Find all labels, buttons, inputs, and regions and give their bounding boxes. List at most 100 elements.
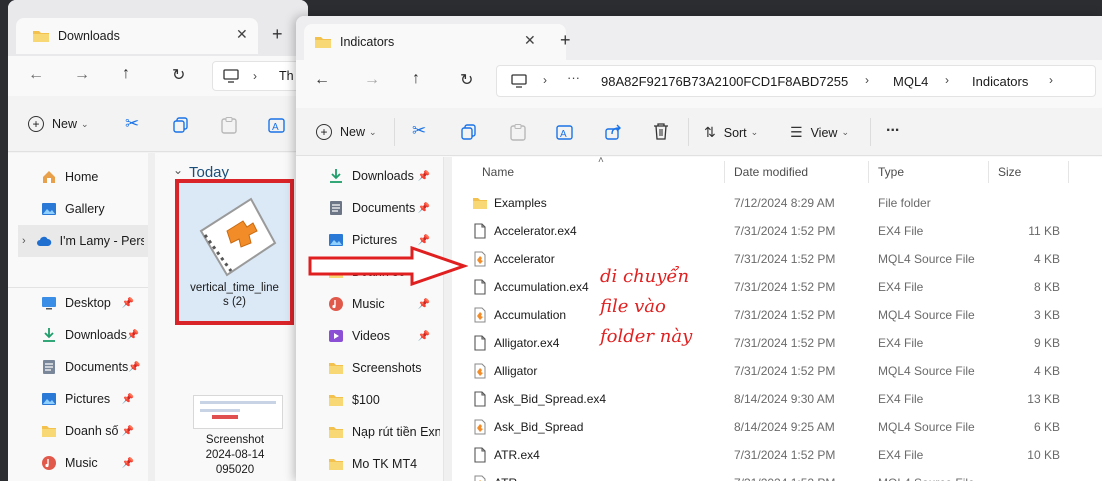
pin-icon: 📌: [417, 202, 430, 214]
cell-date: 7/31/2024 1:52 PM: [734, 224, 836, 238]
breadcrumb-segment-2[interactable]: MQL4: [893, 74, 928, 89]
paste-icon[interactable]: [221, 117, 237, 134]
table-row[interactable]: Accumulation.ex4 7/31/2024 1:52 PM EX4 Fil…: [452, 273, 1102, 301]
pin-icon: 📌: [121, 457, 134, 469]
column-separator[interactable]: [1068, 161, 1069, 183]
nav-item-downloads[interactable]: Downloads 📌: [328, 160, 444, 192]
new-tab-icon[interactable]: +: [272, 24, 283, 45]
folder-icon: [315, 37, 331, 48]
file-list: ˄ Name Date modified Type Size Examples 7…: [452, 155, 1102, 481]
desktop-icon: [42, 297, 56, 310]
nav-item-desktop[interactable]: Desktop 📌: [41, 287, 148, 319]
view-button[interactable]: ☰ View ⌄: [790, 124, 849, 141]
copy-icon[interactable]: [173, 117, 189, 133]
breadcrumb-segment-1[interactable]: 98A82F92176B73A2100FCD1F8ABD7255: [601, 74, 848, 89]
nav-label: Pictures: [65, 392, 111, 406]
nav-item-onedrive[interactable]: › I'm Lamy - Perso: [18, 225, 152, 257]
thumb-line: [200, 409, 240, 412]
nav-item-doanh-so[interactable]: Doanh số 📌: [41, 415, 148, 447]
table-row[interactable]: Accelerator 7/31/2024 1:52 PM MQL4 Source …: [452, 245, 1102, 273]
back-arrow-icon[interactable]: ←: [314, 71, 330, 89]
nav-label: Downloads: [352, 169, 414, 183]
refresh-icon[interactable]: ↻: [460, 70, 473, 90]
close-tab-icon[interactable]: ✕: [524, 32, 536, 49]
table-row[interactable]: Accelerator.ex4 7/31/2024 1:52 PM EX4 File…: [452, 217, 1102, 245]
nav-item-100[interactable]: $100: [328, 384, 444, 416]
table-row[interactable]: Alligator 7/31/2024 1:52 PM MQL4 Source Fi…: [452, 357, 1102, 385]
view-label: View: [810, 125, 838, 140]
cell-date: 7/31/2024 1:52 PM: [734, 308, 836, 322]
new-button[interactable]: + New ⌄: [316, 124, 377, 140]
file-tile-vertical-time-lines[interactable]: vertical_time_line s (2): [175, 179, 294, 325]
nav-label: Documents: [352, 201, 416, 215]
nav-label: Nạp rút tiền Exn: [352, 425, 440, 439]
cut-icon[interactable]: ✂: [125, 114, 139, 134]
front-nav-list: Downloads 📌 Documents 📌 Pictures 📌 Doanh…: [328, 160, 444, 480]
nav-item-downloads[interactable]: Downloads 📌: [41, 319, 148, 351]
nav-item-screenshots[interactable]: Screenshots: [328, 352, 444, 384]
column-header-type[interactable]: Type: [878, 165, 904, 187]
up-arrow-icon[interactable]: ↑: [412, 70, 420, 88]
annotation-line-2: file vào: [600, 296, 666, 317]
front-pane-splitter[interactable]: [444, 157, 452, 481]
cell-date: 7/31/2024 1:52 PM: [734, 364, 836, 378]
nav-label: Gallery: [65, 202, 105, 216]
nav-item-music[interactable]: Music 📌: [328, 288, 444, 320]
ellipsis-icon[interactable]: ···: [567, 70, 580, 85]
nav-item-pictures[interactable]: Pictures 📌: [41, 383, 148, 415]
nav-item-home[interactable]: Home: [41, 161, 148, 193]
breadcrumb-segment-3[interactable]: Indicators: [972, 74, 1028, 89]
column-header-size[interactable]: Size: [998, 165, 1021, 187]
column-separator[interactable]: [988, 161, 989, 183]
back-pane-splitter[interactable]: [148, 153, 155, 481]
table-row[interactable]: Accumulation 7/31/2024 1:52 PM MQL4 Source…: [452, 301, 1102, 329]
new-tab-icon[interactable]: +: [560, 30, 571, 51]
copy-icon[interactable]: [461, 124, 477, 140]
back-tab-downloads[interactable]: Downloads ✕: [16, 18, 258, 54]
front-tab-indicators[interactable]: Indicators ✕: [304, 24, 566, 60]
mql4-icon: [474, 251, 486, 267]
close-tab-icon[interactable]: ✕: [236, 26, 248, 43]
refresh-icon[interactable]: ↻: [172, 65, 185, 85]
nav-item-music[interactable]: Music 📌: [41, 447, 148, 479]
front-address-field[interactable]: › ··· 98A82F92176B73A2100FCD1F8ABD7255 ›…: [496, 65, 1096, 97]
cell-type: EX4 File: [878, 224, 924, 238]
paste-icon[interactable]: [510, 124, 526, 141]
column-header-date[interactable]: Date modified: [734, 165, 808, 187]
table-row[interactable]: ATR 7/31/2024 1:52 PM MQL4 Source File: [452, 469, 1102, 481]
table-row[interactable]: ATR.ex4 7/31/2024 1:52 PM EX4 File 10 KB: [452, 441, 1102, 469]
share-icon[interactable]: [605, 124, 622, 140]
cut-icon[interactable]: ✂: [412, 121, 426, 141]
column-header-name[interactable]: Name: [482, 165, 514, 187]
computer-icon: [511, 74, 527, 88]
more-options-icon[interactable]: ...: [886, 118, 899, 136]
nav-item-gallery[interactable]: Gallery: [41, 193, 148, 225]
chevron-down-icon[interactable]: ⌄: [173, 163, 183, 177]
cell-name: Alligator.ex4: [494, 336, 560, 350]
videos-icon: [329, 330, 343, 342]
rename-icon[interactable]: A: [268, 117, 285, 134]
back-new-button[interactable]: + New ⌄: [28, 116, 89, 132]
annotation-note: di chuyển file vào folder này: [600, 262, 692, 352]
back-address-field[interactable]: › Th: [212, 61, 308, 91]
table-row[interactable]: Alligator.ex4 7/31/2024 1:52 PM EX4 File 9 …: [452, 329, 1102, 357]
nav-item-documents[interactable]: Documents 📌: [328, 192, 444, 224]
back-arrow-icon[interactable]: ←: [28, 66, 44, 84]
nav-item-mo-tk-mt4[interactable]: Mo TK MT4: [328, 448, 444, 480]
delete-icon[interactable]: [653, 123, 669, 140]
table-row[interactable]: Ask_Bid_Spread.ex4 8/14/2024 9:30 AM EX4 F…: [452, 385, 1102, 413]
rename-icon[interactable]: A: [556, 124, 573, 141]
forward-arrow-icon[interactable]: →: [364, 71, 380, 89]
column-separator[interactable]: [724, 161, 725, 183]
sort-button[interactable]: ⇅ Sort ⌄: [704, 124, 758, 141]
column-separator[interactable]: [868, 161, 869, 183]
nav-item-videos[interactable]: Videos 📌: [328, 320, 444, 352]
nav-item-nap-rut-tien[interactable]: Nạp rút tiền Exn: [328, 416, 444, 448]
up-arrow-icon[interactable]: ↑: [122, 65, 130, 83]
forward-arrow-icon[interactable]: →: [74, 66, 90, 84]
cell-name: ATR: [494, 476, 517, 481]
screenshot-thumbnail[interactable]: [193, 395, 283, 429]
nav-item-documents[interactable]: Documents 📌: [41, 351, 148, 383]
table-row[interactable]: Examples 7/12/2024 8:29 AM File folder: [452, 189, 1102, 217]
table-row[interactable]: Ask_Bid_Spread 8/14/2024 9:25 AM MQL4 Sour…: [452, 413, 1102, 441]
